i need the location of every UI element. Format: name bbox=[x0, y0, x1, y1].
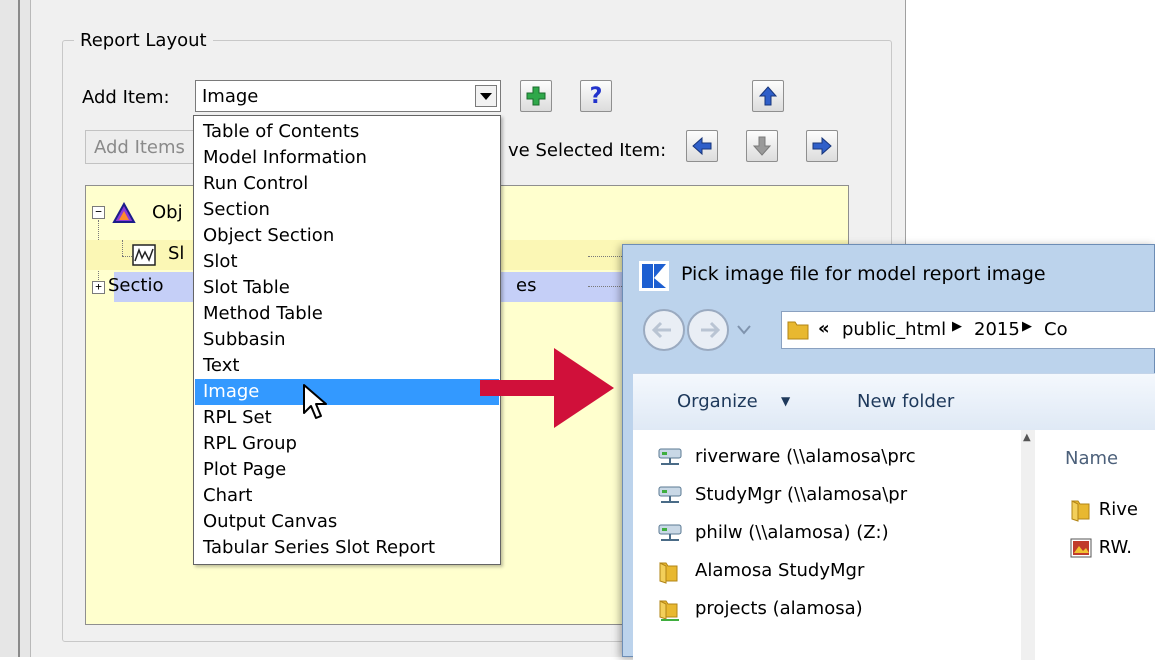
dropdown-item[interactable]: Slot Table bbox=[195, 275, 499, 301]
recent-locations-button[interactable] bbox=[733, 313, 757, 347]
chevron-down-icon bbox=[480, 92, 492, 100]
folder-icon bbox=[1071, 500, 1090, 522]
add-item-value: Image bbox=[202, 86, 259, 107]
dropdown-item[interactable]: Chart bbox=[195, 483, 499, 509]
tree-line bbox=[122, 256, 132, 257]
window-edge bbox=[0, 0, 31, 657]
shared-folder-icon bbox=[659, 600, 679, 621]
plus-icon bbox=[526, 86, 546, 106]
dialog-toolbar: Organize ▼ New folder bbox=[633, 373, 1155, 431]
slot-icon bbox=[132, 244, 156, 266]
dropdown-item[interactable]: Slot bbox=[195, 249, 499, 275]
arrow-left-icon bbox=[692, 136, 712, 156]
navigation-pane[interactable]: riverware (\\alamosa\prc StudyMgr (\\ala… bbox=[633, 430, 1032, 660]
file-item[interactable]: RW. bbox=[1069, 536, 1132, 560]
combo-dropdown-button[interactable] bbox=[475, 85, 497, 107]
nav-item-label: StudyMgr (\\alamosa\pr bbox=[695, 484, 908, 505]
column-header-name[interactable]: Name bbox=[1065, 448, 1118, 469]
tree-row-label: Obj bbox=[152, 202, 183, 223]
dropdown-item[interactable]: Section bbox=[195, 197, 499, 223]
dropdown-item[interactable]: Model Information bbox=[195, 145, 499, 171]
move-up-button[interactable] bbox=[752, 80, 784, 112]
nav-item[interactable]: riverware (\\alamosa\prc bbox=[658, 442, 916, 472]
pick-image-file-dialog: Pick image file for model report image «… bbox=[622, 244, 1155, 660]
network-drive-icon bbox=[658, 448, 682, 465]
add-item-combobox[interactable]: Image bbox=[195, 80, 501, 112]
add-item-dropdown-list[interactable]: Table of Contents Model Information Run … bbox=[193, 115, 501, 565]
add-items-button[interactable]: Add Items bbox=[85, 130, 205, 164]
nav-item-label: philw (\\alamosa) (Z:) bbox=[695, 522, 889, 543]
collapse-icon[interactable]: − bbox=[92, 206, 105, 219]
path-segment[interactable]: public_html bbox=[842, 319, 946, 340]
add-item-label: Add Item: bbox=[82, 87, 170, 108]
tree-line bbox=[588, 286, 624, 287]
file-item-label: Rive bbox=[1098, 499, 1138, 520]
nav-item[interactable]: Alamosa StudyMgr bbox=[659, 556, 865, 586]
dropdown-item[interactable]: Object Section bbox=[195, 223, 499, 249]
nav-item[interactable]: projects (alamosa) bbox=[659, 594, 863, 624]
dropdown-item[interactable]: Table of Contents bbox=[195, 119, 499, 145]
dropdown-item[interactable]: Text bbox=[195, 353, 499, 379]
arrow-up-icon bbox=[758, 86, 778, 106]
network-drive-icon bbox=[658, 524, 682, 541]
add-item-button[interactable] bbox=[520, 80, 552, 112]
chevron-down-icon: ▼ bbox=[781, 394, 791, 408]
network-drive-icon bbox=[658, 486, 682, 503]
dialog-title: Pick image file for model report image bbox=[681, 263, 1046, 285]
dropdown-item[interactable]: Plot Page bbox=[195, 457, 499, 483]
object-triangle-icon bbox=[112, 202, 136, 223]
path-separator-icon[interactable]: ▶ bbox=[1022, 319, 1032, 334]
arrow-down-icon bbox=[752, 136, 772, 156]
path-overflow-chevron[interactable]: « bbox=[818, 318, 830, 339]
back-button[interactable] bbox=[641, 307, 685, 351]
image-file-icon bbox=[1070, 538, 1092, 558]
mouse-cursor-icon bbox=[303, 384, 327, 419]
forward-button[interactable] bbox=[686, 307, 730, 351]
dropdown-item[interactable]: Tabular Series Slot Report bbox=[195, 535, 499, 561]
dropdown-item[interactable]: Method Table bbox=[195, 301, 499, 327]
arrow-right-icon bbox=[812, 136, 832, 156]
move-down-button[interactable] bbox=[746, 130, 778, 162]
path-separator-icon[interactable]: ▶ bbox=[952, 319, 962, 334]
file-item-label: RW. bbox=[1098, 537, 1132, 558]
dropdown-item[interactable]: Subbasin bbox=[195, 327, 499, 353]
expand-icon[interactable]: + bbox=[92, 281, 105, 294]
dropdown-item[interactable]: Output Canvas bbox=[195, 509, 499, 535]
file-list[interactable]: Name Rive RW. bbox=[1035, 430, 1155, 660]
nav-item[interactable]: philw (\\alamosa) (Z:) bbox=[658, 518, 889, 548]
group-title: Report Layout bbox=[74, 30, 213, 51]
folder-icon bbox=[659, 562, 678, 584]
tree-line bbox=[122, 240, 123, 256]
tree-row-label-end: es bbox=[516, 275, 537, 296]
organize-button[interactable]: Organize bbox=[677, 391, 758, 412]
dropdown-item[interactable]: RPL Group bbox=[195, 431, 499, 457]
move-right-button[interactable] bbox=[806, 130, 838, 162]
move-left-button[interactable] bbox=[686, 130, 718, 162]
tree-line bbox=[588, 256, 624, 257]
file-item[interactable]: Rive bbox=[1069, 498, 1138, 522]
nav-item[interactable]: StudyMgr (\\alamosa\pr bbox=[658, 480, 908, 510]
help-icon: ? bbox=[589, 83, 603, 109]
riverware-logo-icon bbox=[639, 261, 669, 291]
dropdown-item[interactable]: RPL Set bbox=[195, 405, 499, 431]
tree-row-label: Sectio bbox=[108, 275, 164, 296]
scroll-up-icon[interactable]: ▲ bbox=[1023, 432, 1031, 443]
tree-row-label: Sl bbox=[168, 243, 185, 264]
dropdown-item[interactable]: Run Control bbox=[195, 171, 499, 197]
address-bar[interactable]: « public_html ▶ 2015 ▶ Co bbox=[781, 311, 1155, 349]
nav-item-label: projects (alamosa) bbox=[695, 598, 863, 619]
folder-icon bbox=[787, 321, 809, 340]
help-button[interactable]: ? bbox=[580, 80, 612, 112]
path-segment[interactable]: Co bbox=[1044, 319, 1068, 340]
nav-item-label: Alamosa StudyMgr bbox=[695, 560, 865, 581]
new-folder-button[interactable]: New folder bbox=[857, 391, 954, 412]
dropdown-item-selected[interactable]: Image bbox=[195, 379, 499, 405]
nav-item-label: riverware (\\alamosa\prc bbox=[695, 446, 916, 467]
red-arrow-icon bbox=[480, 348, 614, 428]
move-selected-item-label: ve Selected Item: bbox=[508, 140, 667, 161]
path-segment[interactable]: 2015 bbox=[974, 319, 1020, 340]
navigation-scrollbar[interactable]: ▲ bbox=[1021, 430, 1035, 660]
